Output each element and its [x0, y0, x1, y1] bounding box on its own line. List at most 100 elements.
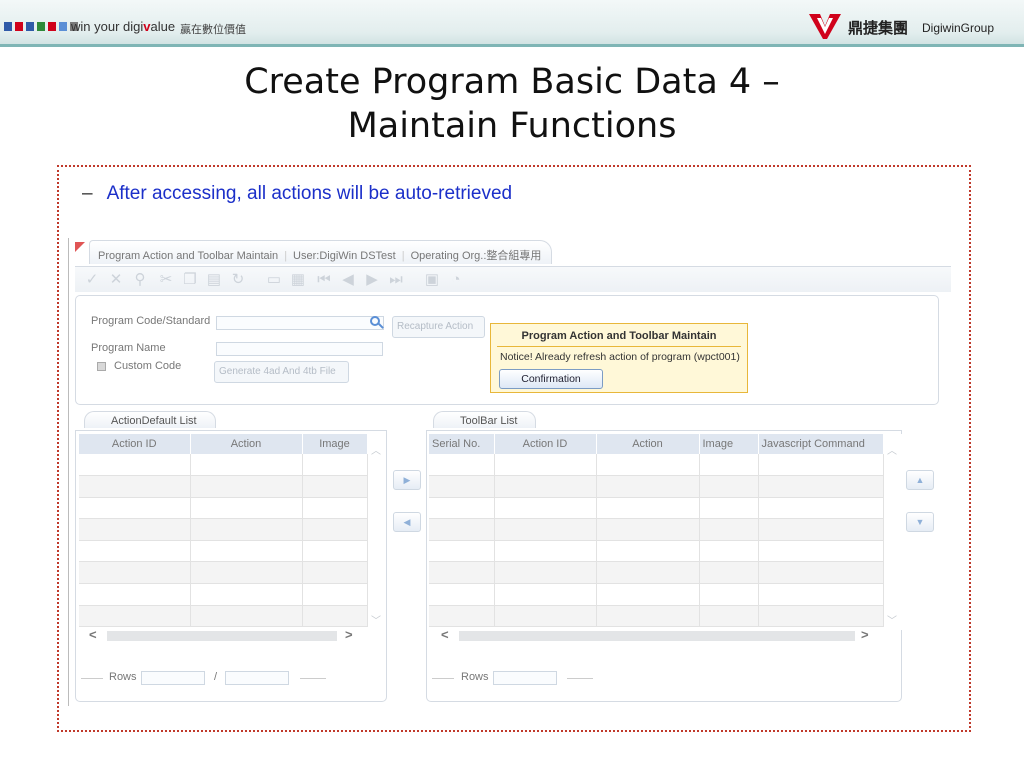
table-cell[interactable]	[758, 561, 884, 585]
toolbar-list-hscroll[interactable]: < >	[429, 627, 883, 643]
copy-icon[interactable]: ❐	[181, 271, 199, 289]
table-cell[interactable]	[190, 561, 303, 585]
program-tab[interactable]: Program Action and Toolbar Maintain | User…	[89, 240, 553, 264]
table-row[interactable]	[429, 454, 884, 477]
table-cell[interactable]	[494, 454, 597, 477]
table-cell[interactable]	[699, 518, 759, 541]
scroll-left-icon[interactable]: <	[89, 627, 97, 642]
column-header[interactable]: Action	[596, 434, 700, 454]
prev-icon[interactable]: ◀	[339, 271, 357, 289]
table-cell[interactable]	[79, 518, 191, 541]
hscroll-thumb[interactable]	[459, 631, 855, 641]
column-header[interactable]: Action	[190, 434, 303, 454]
table-cell[interactable]	[302, 475, 368, 498]
paste-icon[interactable]: ▤	[205, 271, 223, 289]
move-up-button[interactable]: ▲	[906, 470, 934, 490]
last-icon[interactable]: ⏭	[387, 271, 405, 289]
table-row[interactable]	[429, 583, 884, 606]
table-cell[interactable]	[302, 540, 368, 563]
move-down-button[interactable]: ▼	[906, 512, 934, 532]
column-header[interactable]: Image	[302, 434, 368, 454]
table-cell[interactable]	[79, 605, 191, 628]
table-row[interactable]	[79, 540, 368, 563]
cut-icon[interactable]: ✂	[157, 271, 175, 289]
table-cell[interactable]	[190, 497, 303, 520]
table-cell[interactable]	[190, 518, 303, 541]
table-cell[interactable]	[302, 518, 368, 541]
scroll-down-icon[interactable]: ﹀	[371, 612, 381, 627]
table-row[interactable]	[79, 561, 368, 585]
table-cell[interactable]	[596, 583, 700, 606]
table-cell[interactable]	[596, 518, 700, 541]
table-cell[interactable]	[79, 497, 191, 520]
table-cell[interactable]	[596, 561, 700, 585]
table-cell[interactable]	[758, 497, 884, 520]
table-row[interactable]	[79, 518, 368, 541]
table-row[interactable]	[79, 583, 368, 606]
grid-icon[interactable]: ▦	[289, 271, 307, 289]
table-row[interactable]	[429, 518, 884, 541]
table-cell[interactable]	[190, 583, 303, 606]
table-row[interactable]	[429, 561, 884, 585]
table-cell[interactable]	[758, 518, 884, 541]
table-row[interactable]	[79, 475, 368, 498]
rows-count-input[interactable]	[141, 671, 205, 685]
scroll-right-icon[interactable]: >	[345, 627, 353, 642]
table-cell[interactable]	[79, 583, 191, 606]
table-cell[interactable]	[190, 605, 303, 628]
scroll-up-icon[interactable]: ︿	[371, 442, 381, 457]
table-cell[interactable]	[494, 518, 597, 541]
custom-code-checkbox[interactable]	[97, 362, 106, 371]
table-cell[interactable]	[494, 605, 597, 628]
table-cell[interactable]	[429, 605, 495, 628]
table-cell[interactable]	[699, 454, 759, 477]
lookup-search-icon[interactable]	[370, 316, 380, 326]
table-cell[interactable]	[79, 540, 191, 563]
scroll-left-icon[interactable]: <	[441, 627, 449, 642]
table-row[interactable]	[429, 540, 884, 563]
table-cell[interactable]	[79, 454, 191, 477]
table-cell[interactable]	[699, 605, 759, 628]
table-cell[interactable]	[596, 497, 700, 520]
table-cell[interactable]	[190, 475, 303, 498]
check-icon[interactable]: ✓	[83, 271, 101, 289]
generate-file-button[interactable]: Generate 4ad And 4tb File	[214, 361, 349, 383]
scroll-down-icon[interactable]: ﹀	[887, 612, 897, 627]
confirmation-button[interactable]: Confirmation	[499, 369, 603, 389]
table-cell[interactable]	[758, 475, 884, 498]
table-cell[interactable]	[699, 561, 759, 585]
table-cell[interactable]	[596, 605, 700, 628]
table-cell[interactable]	[699, 583, 759, 606]
rows-count-input[interactable]	[493, 671, 557, 685]
scroll-right-icon[interactable]: >	[861, 627, 869, 642]
first-icon[interactable]: ⏮	[315, 271, 333, 289]
toolbar-list-vscroll[interactable]: ︿ ﹀	[884, 434, 902, 630]
tab-toolbar-list[interactable]: ToolBar List	[433, 411, 537, 428]
table-cell[interactable]	[79, 475, 191, 498]
table-cell[interactable]	[699, 540, 759, 563]
search-icon[interactable]: ⚲	[131, 271, 149, 289]
table-cell[interactable]	[79, 561, 191, 585]
exit-icon[interactable]: ◔	[447, 271, 465, 289]
table-row[interactable]	[79, 605, 368, 628]
column-header[interactable]: Action ID	[79, 434, 191, 454]
hscroll-thumb[interactable]	[107, 631, 337, 641]
table-cell[interactable]	[429, 497, 495, 520]
table-cell[interactable]	[699, 497, 759, 520]
table-row[interactable]	[79, 454, 368, 477]
table-cell[interactable]	[758, 583, 884, 606]
table-cell[interactable]	[302, 497, 368, 520]
new-icon[interactable]: ▭	[265, 271, 283, 289]
table-cell[interactable]	[429, 583, 495, 606]
table-cell[interactable]	[758, 540, 884, 563]
table-cell[interactable]	[596, 475, 700, 498]
table-cell[interactable]	[429, 561, 495, 585]
table-cell[interactable]	[302, 454, 368, 477]
recapture-action-button[interactable]: Recapture Action	[392, 316, 485, 338]
table-cell[interactable]	[190, 540, 303, 563]
column-header[interactable]: Image	[699, 434, 759, 454]
program-code-input[interactable]	[216, 316, 384, 330]
table-row[interactable]	[429, 497, 884, 520]
close-icon[interactable]: ✕	[107, 271, 125, 289]
table-cell[interactable]	[429, 540, 495, 563]
